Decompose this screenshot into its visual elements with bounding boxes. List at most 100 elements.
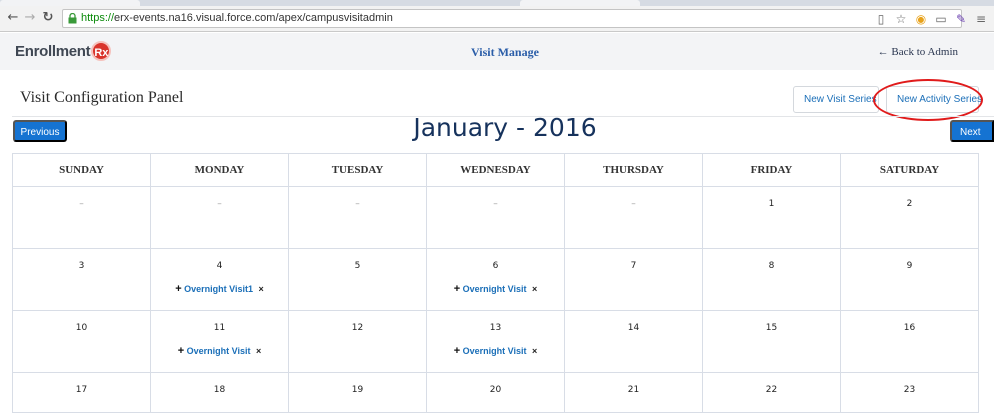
day-number: – bbox=[631, 199, 636, 209]
next-month-button[interactable]: Next bbox=[950, 120, 994, 142]
calendar-day-cell[interactable]: 1 bbox=[702, 186, 841, 249]
calendar-day-cell[interactable]: 17 bbox=[12, 372, 151, 413]
reload-icon[interactable]: ↻ bbox=[40, 9, 56, 27]
new-visit-series-button[interactable]: New Visit Series bbox=[793, 86, 879, 113]
day-number: – bbox=[79, 199, 84, 209]
panel-title: Visit Configuration Panel bbox=[20, 89, 184, 106]
day-number: 7 bbox=[630, 261, 637, 271]
day-number: 17 bbox=[75, 385, 88, 395]
event-link[interactable]: Overnight Visit bbox=[463, 346, 527, 356]
calendar-event: + Overnight Visit1 × bbox=[175, 283, 264, 295]
calendar-day-cell[interactable]: 14 bbox=[564, 310, 703, 373]
forward-arrow-icon[interactable]: → bbox=[22, 9, 38, 27]
calendar-day-cell[interactable]: 19 bbox=[288, 372, 427, 413]
calendar-day-cell[interactable]: 4 + Overnight Visit1 × bbox=[150, 248, 289, 311]
menu-icon[interactable]: ≡ bbox=[974, 12, 988, 26]
calendar-day-cell[interactable]: – bbox=[12, 186, 151, 249]
day-number: 3 bbox=[78, 261, 85, 271]
calendar-week-row: 3 4 + Overnight Visit1 × 5 6 + Overnight… bbox=[12, 248, 979, 311]
eyedropper-icon[interactable]: ✎ bbox=[954, 12, 968, 26]
calendar-day-cell[interactable]: 6 + Overnight Visit × bbox=[426, 248, 565, 311]
page-icon[interactable]: ▯ bbox=[874, 12, 888, 26]
day-number: 5 bbox=[354, 261, 361, 271]
calendar-day-cell[interactable]: 23 bbox=[840, 372, 979, 413]
calendar-day-cell[interactable]: 10 bbox=[12, 310, 151, 373]
calendar-day-cell[interactable]: 18 bbox=[150, 372, 289, 413]
address-bar[interactable]: https://erx-events.na16.visual.force.com… bbox=[62, 9, 962, 28]
close-icon[interactable]: × bbox=[256, 346, 261, 356]
day-number: 22 bbox=[765, 385, 778, 395]
bookmark-star-icon[interactable]: ☆ bbox=[894, 12, 908, 26]
day-number: 11 bbox=[213, 323, 226, 333]
calendar-event: + Overnight Visit × bbox=[454, 283, 538, 295]
extension-icon[interactable]: ◉ bbox=[914, 12, 928, 26]
browser-extension-icons: ▯ ☆ ◉ ▭ ✎ ≡ bbox=[874, 10, 988, 28]
calendar-event: + Overnight Visit × bbox=[178, 345, 262, 357]
calendar-day-cell[interactable]: 9 bbox=[840, 248, 979, 311]
page-header-title: Visit Manage bbox=[471, 45, 539, 59]
day-number: 10 bbox=[75, 323, 88, 333]
calendar-day-cell[interactable]: 22 bbox=[702, 372, 841, 413]
calendar-day-cell[interactable]: 13 + Overnight Visit × bbox=[426, 310, 565, 373]
calendar-day-cell[interactable]: – bbox=[288, 186, 427, 249]
calendar-grid: SUNDAY MONDAY TUESDAY WEDNESDAY THURSDAY… bbox=[12, 153, 979, 413]
calendar-day-cell[interactable]: 7 bbox=[564, 248, 703, 311]
calendar-day-cell[interactable]: – bbox=[150, 186, 289, 249]
weekday-header: MONDAY bbox=[150, 153, 289, 187]
day-number: 13 bbox=[489, 323, 502, 333]
lock-icon bbox=[68, 13, 77, 24]
plus-icon[interactable]: + bbox=[178, 345, 184, 357]
calendar-day-cell[interactable]: 11 + Overnight Visit × bbox=[150, 310, 289, 373]
url-text: https://erx-events.na16.visual.force.com… bbox=[81, 12, 393, 24]
calendar-day-cell[interactable]: 8 bbox=[702, 248, 841, 311]
close-icon[interactable]: × bbox=[532, 346, 537, 356]
weekday-header-row: SUNDAY MONDAY TUESDAY WEDNESDAY THURSDAY… bbox=[12, 153, 979, 187]
back-arrow-icon[interactable]: ← bbox=[5, 9, 21, 27]
event-link[interactable]: Overnight Visit1 bbox=[184, 284, 253, 294]
day-number: 12 bbox=[351, 323, 364, 333]
calendar-day-cell[interactable]: 12 bbox=[288, 310, 427, 373]
weekday-header: TUESDAY bbox=[288, 153, 427, 187]
calendar-day-cell[interactable]: 5 bbox=[288, 248, 427, 311]
weekday-header: SATURDAY bbox=[840, 153, 979, 187]
day-number: 1 bbox=[768, 199, 775, 209]
plus-icon[interactable]: + bbox=[175, 283, 181, 295]
plus-icon[interactable]: + bbox=[454, 283, 460, 295]
calendar-week-row: 17 18 19 20 21 22 23 bbox=[12, 372, 979, 413]
back-to-admin-link[interactable]: ← Back to Admin bbox=[878, 46, 958, 58]
browser-toolbar: ← → ↻ https://erx-events.na16.visual.for… bbox=[0, 6, 994, 32]
url-scheme: https:// bbox=[81, 12, 115, 24]
day-number: 23 bbox=[903, 385, 916, 395]
calendar-day-cell[interactable]: 16 bbox=[840, 310, 979, 373]
day-number: 19 bbox=[351, 385, 364, 395]
day-number: 21 bbox=[627, 385, 640, 395]
day-number: – bbox=[217, 199, 222, 209]
url-path: erx-events.na16.visual.force.com/apex/ca… bbox=[114, 12, 393, 24]
calendar-day-cell[interactable]: 21 bbox=[564, 372, 703, 413]
calendar-day-cell[interactable]: – bbox=[426, 186, 565, 249]
day-number: 20 bbox=[489, 385, 502, 395]
plus-icon[interactable]: + bbox=[454, 345, 460, 357]
weekday-header: FRIDAY bbox=[702, 153, 841, 187]
calendar-day-cell[interactable]: 15 bbox=[702, 310, 841, 373]
calendar-event: + Overnight Visit × bbox=[454, 345, 538, 357]
calendar-week-row: 10 11 + Overnight Visit × 12 13 + Overni… bbox=[12, 310, 979, 373]
day-number: 9 bbox=[906, 261, 913, 271]
calendar-day-cell[interactable]: 3 bbox=[12, 248, 151, 311]
day-number: – bbox=[355, 199, 360, 209]
close-icon[interactable]: × bbox=[532, 284, 537, 294]
day-number: – bbox=[493, 199, 498, 209]
month-title: January - 2016 bbox=[413, 113, 597, 142]
day-number: 15 bbox=[765, 323, 778, 333]
calendar-day-cell[interactable]: 20 bbox=[426, 372, 565, 413]
calendar-day-cell[interactable]: – bbox=[564, 186, 703, 249]
close-icon[interactable]: × bbox=[259, 284, 264, 294]
weekday-header: SUNDAY bbox=[12, 153, 151, 187]
event-link[interactable]: Overnight Visit bbox=[187, 346, 251, 356]
cast-icon[interactable]: ▭ bbox=[934, 12, 948, 26]
day-number: 6 bbox=[492, 261, 499, 271]
event-link[interactable]: Overnight Visit bbox=[463, 284, 527, 294]
calendar-week-row: – – – – – 1 2 bbox=[12, 186, 979, 249]
weekday-header: THURSDAY bbox=[564, 153, 703, 187]
calendar-day-cell[interactable]: 2 bbox=[840, 186, 979, 249]
